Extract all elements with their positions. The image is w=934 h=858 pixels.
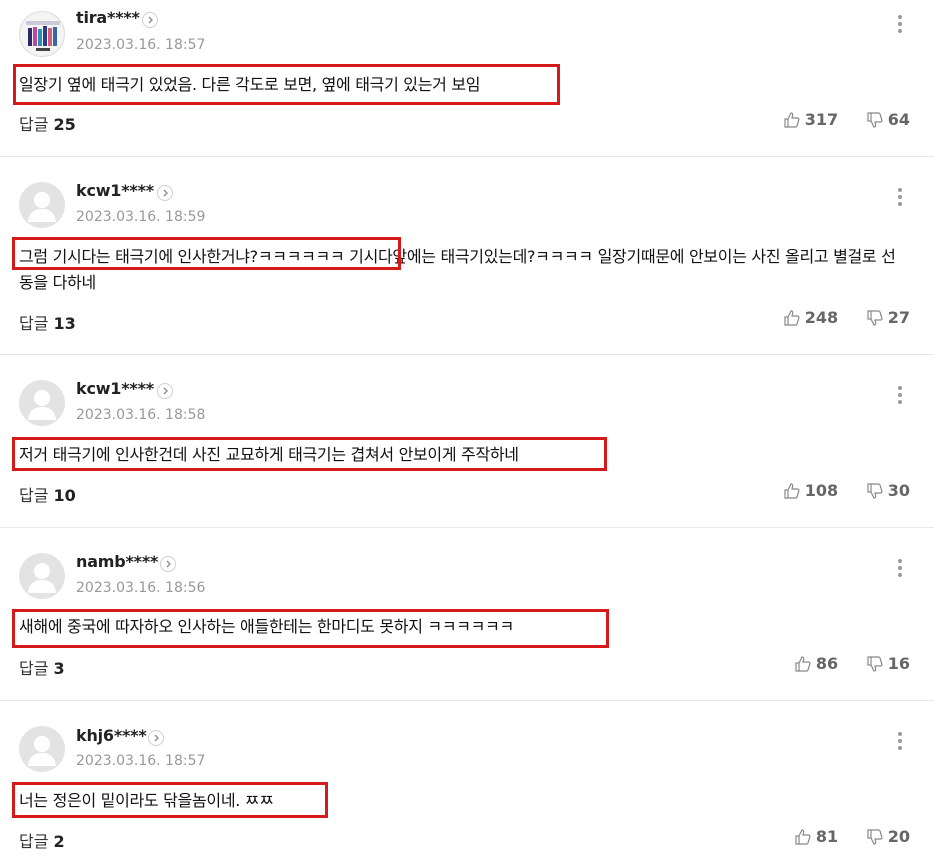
reply-button[interactable]: 답글 25 (19, 111, 76, 135)
more-vertical-icon[interactable] (892, 13, 908, 35)
reply-label: 답글 (19, 115, 49, 134)
user-photo-icon (26, 21, 60, 51)
divider (0, 527, 934, 528)
dislike-button[interactable]: 64 (866, 110, 910, 129)
reply-count: 10 (53, 486, 76, 505)
thumbs-down-icon (867, 828, 883, 845)
nickname[interactable]: namb**** (76, 552, 158, 571)
thumbs-up-icon (784, 111, 800, 128)
reply-button[interactable]: 답글 13 (19, 310, 76, 334)
divider (0, 700, 934, 701)
highlight-box (12, 609, 609, 648)
thumbs-up-icon (784, 309, 800, 326)
default-user-icon (28, 390, 56, 420)
chevron-right-icon[interactable] (148, 730, 164, 746)
chevron-right-icon[interactable] (160, 556, 176, 572)
like-button[interactable]: 108 (783, 481, 838, 500)
divider (0, 156, 934, 157)
default-user-icon (28, 192, 56, 222)
comment-date: 2023.03.16. 18:57 (76, 753, 206, 769)
reply-label: 답글 (19, 314, 49, 333)
reply-label: 답글 (19, 486, 49, 505)
like-count: 108 (804, 481, 839, 500)
dislike-button[interactable]: 30 (866, 481, 910, 500)
reply-label: 답글 (19, 832, 49, 851)
nickname[interactable]: kcw1**** (76, 181, 154, 200)
nickname[interactable]: tira**** (76, 8, 140, 27)
reply-count: 25 (53, 115, 76, 134)
reply-label: 답글 (19, 659, 49, 678)
avatar[interactable] (19, 726, 65, 772)
dislike-count: 16 (887, 654, 910, 673)
chevron-right-icon[interactable] (142, 12, 158, 28)
reply-button[interactable]: 답글 3 (19, 655, 65, 679)
like-count: 81 (815, 827, 839, 846)
comment-date: 2023.03.16. 18:59 (76, 209, 206, 225)
dislike-button[interactable]: 16 (866, 654, 910, 673)
default-user-icon (28, 736, 56, 766)
avatar[interactable] (19, 182, 65, 228)
vote-group: 317 64 (761, 110, 910, 133)
thumbs-down-icon (867, 482, 883, 499)
thumbs-up-icon (784, 482, 800, 499)
thumbs-down-icon (867, 655, 883, 672)
highlight-box (12, 782, 328, 818)
chevron-right-icon[interactable] (157, 383, 173, 399)
avatar[interactable] (19, 553, 65, 599)
vote-group: 248 27 (761, 308, 910, 331)
reply-button[interactable]: 답글 2 (19, 828, 65, 852)
reply-count: 2 (53, 832, 65, 851)
chevron-right-icon[interactable] (157, 185, 173, 201)
dislike-count: 20 (887, 827, 910, 846)
default-user-icon (28, 563, 56, 593)
like-count: 86 (815, 654, 839, 673)
nickname[interactable]: kcw1**** (76, 379, 154, 398)
highlight-box (13, 64, 560, 105)
divider (0, 354, 934, 355)
like-count: 248 (804, 308, 839, 327)
comment-date: 2023.03.16. 18:57 (76, 37, 206, 53)
highlight-box (12, 437, 607, 471)
avatar[interactable] (19, 380, 65, 426)
thumbs-up-icon (795, 828, 811, 845)
reply-button[interactable]: 답글 10 (19, 482, 76, 506)
vote-group: 86 16 (772, 654, 910, 677)
dislike-count: 27 (887, 308, 910, 327)
vote-group: 108 30 (761, 481, 910, 504)
like-count: 317 (804, 110, 839, 129)
more-vertical-icon[interactable] (892, 557, 908, 579)
comment-date: 2023.03.16. 18:58 (76, 407, 206, 423)
dislike-button[interactable]: 20 (866, 827, 910, 846)
thumbs-up-icon (795, 655, 811, 672)
dislike-button[interactable]: 27 (866, 308, 910, 327)
like-button[interactable]: 317 (783, 110, 838, 129)
avatar[interactable] (19, 11, 65, 57)
thumbs-down-icon (867, 309, 883, 326)
more-vertical-icon[interactable] (892, 186, 908, 208)
reply-count: 13 (53, 314, 76, 333)
reply-count: 3 (53, 659, 65, 678)
like-button[interactable]: 81 (794, 827, 838, 846)
like-button[interactable]: 248 (783, 308, 838, 327)
nickname[interactable]: khj6**** (76, 726, 147, 745)
highlight-box (12, 237, 401, 270)
vote-group: 81 20 (772, 827, 910, 850)
like-button[interactable]: 86 (794, 654, 838, 673)
comment-date: 2023.03.16. 18:56 (76, 580, 206, 596)
thumbs-down-icon (867, 111, 883, 128)
more-vertical-icon[interactable] (892, 730, 908, 752)
more-vertical-icon[interactable] (892, 384, 908, 406)
dislike-count: 30 (887, 481, 910, 500)
dislike-count: 64 (887, 110, 910, 129)
